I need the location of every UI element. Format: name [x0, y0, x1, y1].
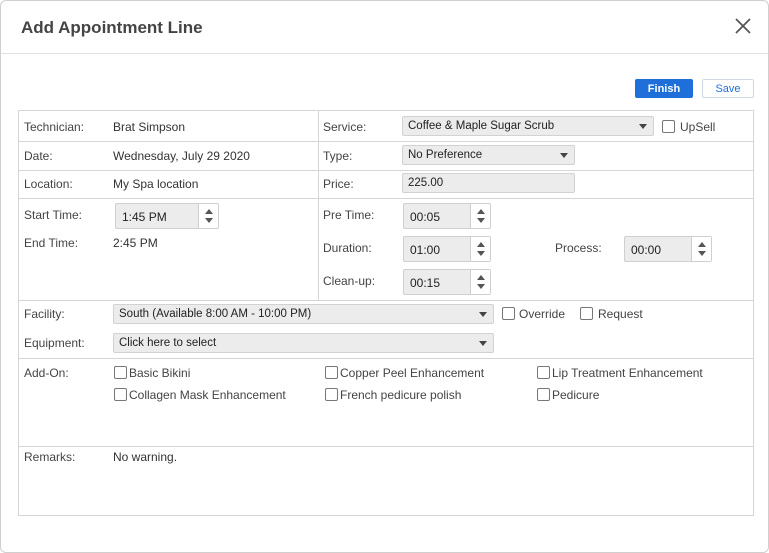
- row-divider: [19, 300, 753, 301]
- spinner-buttons[interactable]: [470, 204, 490, 228]
- spinner-buttons[interactable]: [198, 204, 218, 228]
- type-select[interactable]: No Preference: [402, 145, 575, 165]
- caret-down-icon[interactable]: [477, 218, 485, 223]
- dialog-header: Add Appointment Line: [1, 1, 768, 54]
- end-time-value: 2:45 PM: [113, 236, 158, 250]
- addon-checkbox-copper-peel[interactable]: [325, 366, 338, 379]
- equipment-label: Equipment:: [24, 336, 85, 350]
- start-time-spinner[interactable]: 1:45 PM: [115, 203, 219, 229]
- chevron-down-icon: [479, 341, 487, 346]
- caret-up-icon[interactable]: [477, 242, 485, 247]
- service-select[interactable]: Coffee & Maple Sugar Scrub: [402, 116, 654, 136]
- process-value: 00:00: [631, 243, 662, 257]
- spinner-buttons[interactable]: [691, 237, 711, 261]
- price-input[interactable]: 225.00: [402, 173, 575, 193]
- type-value: No Preference: [408, 149, 483, 161]
- addon-label-basic-bikini: Basic Bikini: [129, 366, 191, 380]
- chevron-down-icon: [560, 153, 568, 158]
- row-divider: [19, 446, 753, 447]
- addon-checkbox-basic-bikini[interactable]: [114, 366, 127, 379]
- addon-label-lip-treatment: Lip Treatment Enhancement: [552, 366, 703, 380]
- duration-label: Duration:: [323, 241, 372, 255]
- caret-down-icon[interactable]: [205, 218, 213, 223]
- addon-label-french-pedicure: French pedicure polish: [340, 388, 462, 402]
- start-time-value: 1:45 PM: [122, 210, 167, 224]
- duration-spinner[interactable]: 01:00: [403, 236, 491, 262]
- request-label: Request: [598, 307, 643, 321]
- column-divider: [318, 111, 319, 300]
- pre-time-label: Pre Time:: [323, 208, 375, 222]
- remarks-label: Remarks:: [24, 450, 76, 464]
- override-label: Override: [519, 307, 566, 321]
- row-divider: [19, 358, 753, 359]
- remarks-value: No warning.: [113, 450, 178, 464]
- start-time-label: Start Time:: [24, 208, 83, 222]
- close-button[interactable]: [732, 15, 754, 37]
- equipment-value: Click here to select: [119, 337, 217, 349]
- process-label: Process:: [555, 241, 602, 255]
- close-icon: [735, 18, 751, 34]
- chevron-down-icon: [479, 312, 487, 317]
- addon-checkbox-french-pedicure[interactable]: [325, 388, 338, 401]
- addon-checkbox-collagen-mask[interactable]: [114, 388, 127, 401]
- addon-checkbox-pedicure[interactable]: [537, 388, 550, 401]
- addon-label-collagen-mask: Collagen Mask Enhancement: [129, 388, 286, 402]
- add-appointment-line-dialog: Add Appointment Line Finish Save Technic…: [0, 0, 769, 553]
- date-value: Wednesday, July 29 2020: [113, 149, 250, 163]
- row-divider: [19, 141, 753, 142]
- process-spinner[interactable]: 00:00: [624, 236, 712, 262]
- upsell-checkbox[interactable]: [662, 120, 675, 133]
- equipment-select[interactable]: Click here to select: [113, 333, 494, 353]
- clean-up-value: 00:15: [410, 276, 441, 290]
- caret-down-icon[interactable]: [477, 284, 485, 289]
- service-value: Coffee & Maple Sugar Scrub: [408, 120, 555, 132]
- facility-label: Facility:: [24, 307, 65, 321]
- appointment-form: Technician: Brat Simpson Date: Wednesday…: [18, 110, 754, 516]
- caret-up-icon[interactable]: [477, 209, 485, 214]
- duration-value: 01:00: [410, 243, 441, 257]
- finish-button[interactable]: Finish: [635, 79, 693, 98]
- end-time-label: End Time:: [24, 236, 79, 250]
- caret-up-icon[interactable]: [477, 275, 485, 280]
- spinner-buttons[interactable]: [470, 270, 490, 294]
- chevron-down-icon: [639, 124, 647, 129]
- pre-time-spinner[interactable]: 00:05: [403, 203, 491, 229]
- caret-down-icon[interactable]: [477, 251, 485, 256]
- location-value: My Spa location: [113, 177, 199, 191]
- override-checkbox[interactable]: [502, 307, 515, 320]
- technician-value: Brat Simpson: [113, 120, 186, 134]
- upsell-label: UpSell: [680, 120, 716, 134]
- addon-label: Add-On:: [24, 366, 69, 380]
- dialog-title: Add Appointment Line: [21, 18, 203, 37]
- caret-down-icon[interactable]: [698, 251, 706, 256]
- clean-up-label: Clean-up:: [323, 274, 376, 288]
- facility-value: South (Available 8:00 AM - 10:00 PM): [119, 308, 312, 320]
- service-label: Service:: [323, 120, 367, 134]
- pre-time-value: 00:05: [410, 210, 441, 224]
- date-label: Date:: [24, 149, 53, 163]
- type-label: Type:: [323, 149, 353, 163]
- request-checkbox[interactable]: [580, 307, 593, 320]
- row-divider: [19, 198, 753, 199]
- technician-label: Technician:: [24, 120, 85, 134]
- facility-select[interactable]: South (Available 8:00 AM - 10:00 PM): [113, 304, 494, 324]
- row-divider: [19, 170, 753, 171]
- caret-up-icon[interactable]: [205, 209, 213, 214]
- location-label: Location:: [24, 177, 73, 191]
- price-label: Price:: [323, 177, 354, 191]
- caret-up-icon[interactable]: [698, 242, 706, 247]
- addon-label-copper-peel: Copper Peel Enhancement: [340, 366, 485, 380]
- spinner-buttons[interactable]: [470, 237, 490, 261]
- save-button[interactable]: Save: [702, 79, 754, 98]
- clean-up-spinner[interactable]: 00:15: [403, 269, 491, 295]
- price-value: 225.00: [408, 177, 444, 189]
- addon-checkbox-lip-treatment[interactable]: [537, 366, 550, 379]
- addon-label-pedicure: Pedicure: [552, 388, 600, 402]
